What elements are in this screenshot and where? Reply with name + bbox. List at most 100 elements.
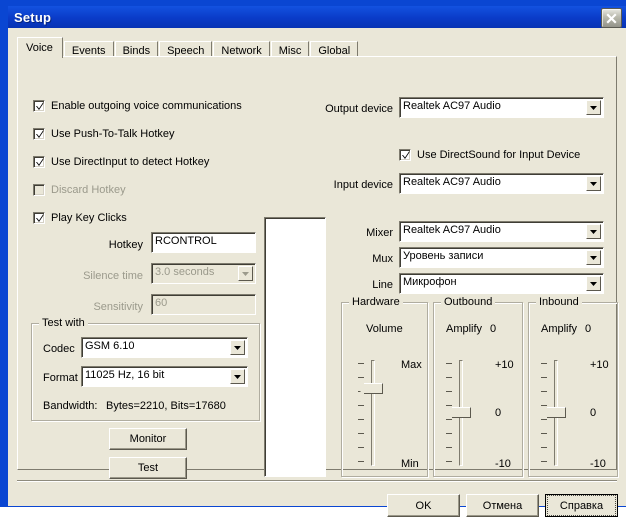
slider-track — [371, 360, 375, 466]
output-device-dropdown[interactable]: Realtek AC97 Audio — [399, 97, 604, 118]
bandwidth-label: Bandwidth: — [43, 400, 98, 412]
hardware-group-title: Hardware — [349, 296, 403, 308]
check-mark-icon — [401, 150, 411, 163]
checkbox-play-key-clicks[interactable]: Play Key Clicks — [33, 212, 127, 224]
monitor-button[interactable]: Monitor — [109, 428, 187, 450]
window-title: Setup — [14, 9, 52, 25]
checkbox-label: Use Push-To-Talk Hotkey — [51, 128, 175, 140]
line-value: Микрофон — [403, 276, 457, 288]
close-icon[interactable] — [601, 8, 622, 28]
chevron-down-icon[interactable] — [230, 340, 245, 355]
mux-label: Mux — [372, 253, 393, 265]
help-button-label: Справка — [547, 495, 616, 516]
checkbox-label: Play Key Clicks — [51, 212, 127, 224]
input-device-label: Input device — [333, 179, 393, 191]
checkbox-box — [33, 184, 45, 196]
input-device-value: Realtek AC97 Audio — [403, 176, 501, 188]
hardware-caption: Volume — [366, 323, 403, 335]
line-dropdown[interactable]: Микрофон — [399, 273, 604, 294]
mixer-label: Mixer — [366, 227, 393, 239]
inbound-group-title: Inbound — [536, 296, 582, 308]
cancel-button-label: Отмена — [482, 499, 523, 512]
slider-thumb[interactable] — [540, 407, 566, 419]
test-button-label: Test — [137, 462, 159, 474]
tab-voice[interactable]: Voice — [17, 37, 63, 58]
slider-ticks — [358, 360, 366, 466]
chevron-down-icon — [238, 266, 253, 281]
footer-separator — [17, 480, 617, 482]
ok-button[interactable]: OK — [387, 494, 460, 517]
setup-dialog-window: Setup Voice Events Binds Speech Network … — [0, 0, 626, 517]
chevron-down-icon[interactable] — [586, 224, 601, 239]
silence-time-label: Silence time — [83, 270, 143, 282]
inbound-amplify-slider[interactable] — [540, 360, 587, 466]
checkbox-discard-hotkey: Discard Hotkey — [33, 184, 126, 196]
mixer-dropdown[interactable]: Realtek AC97 Audio — [399, 221, 604, 242]
outbound-amplify-slider[interactable] — [445, 360, 492, 466]
bandwidth-value: Bytes=2210, Bits=17680 — [106, 400, 226, 412]
checkbox-label: Use DirectInput to detect Hotkey — [51, 156, 210, 168]
hotkey-input[interactable]: RCONTROL — [151, 232, 256, 253]
hardware-volume-slider[interactable] — [357, 360, 404, 466]
checkbox-use-directinput-detect-hotkey[interactable]: Use DirectInput to detect Hotkey — [33, 156, 209, 168]
checkbox-label: Discard Hotkey — [51, 184, 126, 196]
silence-time-dropdown: 3.0 seconds — [151, 263, 256, 284]
monitor-button-label: Monitor — [129, 433, 167, 445]
outbound-top-label: +10 — [495, 359, 514, 371]
chevron-down-icon[interactable] — [586, 276, 601, 291]
check-mark-icon — [35, 213, 45, 226]
format-value: 11025 Hz, 16 bit — [85, 369, 165, 381]
voice-level-meter-panel — [264, 217, 326, 477]
chevron-down-icon[interactable] — [586, 176, 601, 191]
line-label: Line — [372, 279, 393, 291]
inbound-top-label: +10 — [590, 359, 609, 371]
hotkey-label: Hotkey — [108, 239, 143, 251]
inbound-mid-label: 0 — [590, 407, 597, 419]
check-mark-icon — [35, 101, 45, 114]
outbound-mid-label: 0 — [495, 407, 502, 419]
outbound-group-title: Outbound — [441, 296, 496, 308]
help-button[interactable]: Справка — [545, 494, 618, 517]
chevron-down-icon[interactable] — [586, 250, 601, 265]
mixer-value: Realtek AC97 Audio — [403, 224, 501, 236]
chevron-down-icon[interactable] — [230, 369, 245, 384]
inbound-bottom-label: -10 — [590, 458, 606, 470]
outbound-value: 0 — [490, 323, 497, 335]
inbound-value: 0 — [585, 323, 592, 335]
test-with-title: Test with — [39, 317, 88, 329]
checkbox-box — [399, 149, 411, 161]
tab-strip: Voice Events Binds Speech Network Misc G… — [17, 37, 359, 60]
cancel-button[interactable]: Отмена — [466, 494, 539, 517]
hardware-top-label: Max — [401, 359, 422, 371]
slider-thumb[interactable] — [445, 407, 471, 419]
codec-dropdown[interactable]: GSM 6.10 — [81, 337, 248, 358]
mux-dropdown[interactable]: Уровень записи — [399, 247, 604, 268]
check-mark-icon — [35, 157, 45, 170]
test-button[interactable]: Test — [109, 457, 187, 479]
title-bar[interactable]: Setup — [8, 6, 626, 28]
checkbox-use-directsound-input-device[interactable]: Use DirectSound for Input Device — [399, 149, 580, 161]
checkbox-label: Use DirectSound for Input Device — [417, 149, 581, 161]
output-device-value: Realtek AC97 Audio — [403, 100, 501, 112]
codec-label: Codec — [43, 343, 75, 355]
format-dropdown[interactable]: 11025 Hz, 16 bit — [81, 366, 248, 387]
hardware-bottom-label: Min — [401, 458, 419, 470]
chevron-down-icon[interactable] — [586, 100, 601, 115]
checkbox-use-push-to-talk-hotkey[interactable]: Use Push-To-Talk Hotkey — [33, 128, 175, 140]
silence-time-value: 3.0 seconds — [155, 266, 215, 278]
checkbox-box — [33, 156, 45, 168]
checkbox-enable-outgoing-voice[interactable]: Enable outgoing voice communications — [33, 100, 242, 112]
mux-value: Уровень записи — [403, 250, 484, 262]
checkbox-box — [33, 128, 45, 140]
inbound-caption: Amplify — [541, 323, 578, 335]
dialog-client-area: Voice Events Binds Speech Network Misc G… — [8, 28, 626, 517]
outbound-bottom-label: -10 — [495, 458, 511, 470]
input-device-dropdown[interactable]: Realtek AC97 Audio — [399, 173, 604, 194]
codec-value: GSM 6.10 — [85, 340, 135, 352]
sensitivity-input: 60 — [151, 294, 256, 315]
checkbox-box — [33, 212, 45, 224]
check-mark-icon — [35, 129, 45, 142]
slider-thumb[interactable] — [357, 383, 383, 395]
outbound-caption: Amplify — [446, 323, 483, 335]
output-device-label: Output device — [325, 103, 393, 115]
